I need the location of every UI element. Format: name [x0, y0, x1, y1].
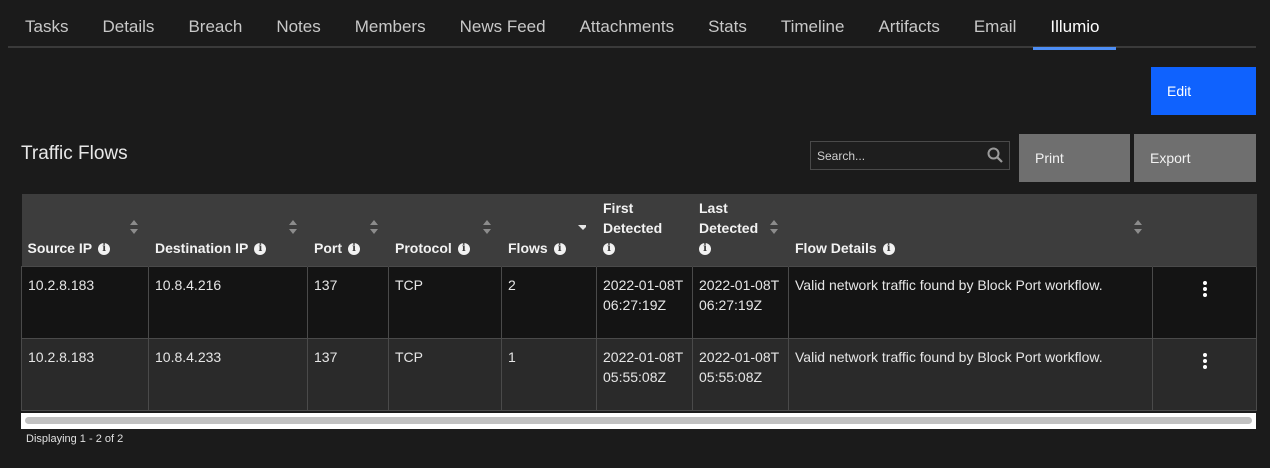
column-header-actions [1152, 194, 1257, 266]
cell-source-ip: 10.2.8.183 [21, 337, 149, 411]
info-icon[interactable]: i [457, 242, 470, 255]
cell-flows: 2 [501, 265, 597, 339]
tab-notes[interactable]: Notes [259, 0, 337, 48]
column-label: Destination IP [155, 239, 249, 256]
cell-last-detected: 2022-01-08T05:55:08Z [692, 337, 789, 411]
column-header-first-detected[interactable]: First Detected i [596, 194, 693, 266]
table-row[interactable]: 10.2.8.183 10.8.4.216 137 TCP 2 2022-01-… [21, 265, 1257, 339]
table-row[interactable]: 10.2.8.183 10.8.4.233 137 TCP 1 2022-01-… [21, 337, 1257, 411]
tab-timeline[interactable]: Timeline [764, 0, 862, 48]
info-icon[interactable]: i [699, 242, 711, 255]
cell-destination-ip: 10.8.4.233 [148, 337, 308, 411]
cell-source-ip: 10.2.8.183 [21, 265, 149, 339]
sort-icon[interactable] [1134, 220, 1142, 234]
tab-stats[interactable]: Stats [691, 0, 764, 48]
column-header-port[interactable]: Port i [307, 194, 389, 266]
export-button[interactable]: Export [1134, 134, 1256, 182]
column-header-flow-details[interactable]: Flow Details i [788, 194, 1153, 266]
tab-details[interactable]: Details [85, 0, 171, 48]
cell-flows: 1 [501, 337, 597, 411]
cell-destination-ip: 10.8.4.216 [148, 265, 308, 339]
tab-breach[interactable]: Breach [171, 0, 259, 48]
cell-last-detected: 2022-01-08T06:27:19Z [692, 265, 789, 339]
info-icon[interactable]: i [254, 242, 267, 255]
info-icon[interactable]: i [882, 242, 895, 255]
cell-actions [1152, 337, 1257, 411]
info-icon[interactable]: i [603, 242, 615, 255]
search-icon[interactable] [987, 147, 1003, 163]
sort-icon[interactable] [130, 220, 138, 234]
sort-descending-icon[interactable] [578, 220, 586, 234]
edit-button[interactable]: Edit [1151, 67, 1256, 115]
info-icon[interactable]: i [98, 242, 111, 255]
column-header-last-detected[interactable]: Last Detected i [692, 194, 789, 266]
column-label: Protocol [395, 239, 452, 256]
column-header-protocol[interactable]: Protocol i [388, 194, 502, 266]
print-button[interactable]: Print [1019, 134, 1130, 182]
horizontal-scrollbar[interactable] [21, 413, 1256, 429]
search-box [810, 141, 1010, 170]
info-icon[interactable]: i [348, 242, 360, 255]
sort-icon[interactable] [289, 220, 297, 234]
section-title: Traffic Flows [21, 143, 128, 164]
cell-port: 137 [307, 265, 389, 339]
column-label: First Detected [603, 199, 663, 236]
column-header-destination-ip[interactable]: Destination IP i [148, 194, 308, 266]
kebab-menu-icon[interactable] [1159, 352, 1250, 369]
column-header-flows[interactable]: Flows i [501, 194, 597, 266]
tab-members[interactable]: Members [338, 0, 443, 48]
traffic-flows-table: Source IP i Destination IP i Port i Protoco… [21, 194, 1257, 411]
cell-protocol: TCP [388, 337, 502, 411]
column-label: Port [314, 239, 342, 256]
cell-actions [1152, 265, 1257, 339]
pagination-status: Displaying 1 - 2 of 2 [26, 433, 124, 445]
cell-protocol: TCP [388, 265, 502, 339]
cell-flow-details: Valid network traffic found by Block Por… [788, 337, 1153, 411]
cell-first-detected: 2022-01-08T05:55:08Z [596, 337, 693, 411]
column-label: Flows [508, 239, 548, 256]
table-header-row: Source IP i Destination IP i Port i Protoco… [21, 194, 1257, 266]
cell-flow-details: Valid network traffic found by Block Por… [788, 265, 1153, 339]
tab-illumio[interactable]: Illumio [1033, 0, 1117, 50]
tab-email[interactable]: Email [957, 0, 1034, 48]
info-icon[interactable]: i [553, 242, 566, 255]
tab-tasks[interactable]: Tasks [8, 0, 85, 48]
column-label: Flow Details [795, 239, 877, 256]
tab-artifacts[interactable]: Artifacts [861, 0, 956, 48]
cell-first-detected: 2022-01-08T06:27:19Z [596, 265, 693, 339]
column-header-source-ip[interactable]: Source IP i [21, 194, 149, 266]
tab-bar: Tasks Details Breach Notes Members News … [8, 0, 1256, 50]
column-label: Source IP [27, 239, 93, 256]
search-input[interactable] [811, 142, 981, 169]
column-label: Last Detected [699, 199, 759, 236]
kebab-menu-icon[interactable] [1159, 280, 1250, 297]
scrollbar-thumb[interactable] [25, 417, 1252, 424]
tab-attachments[interactable]: Attachments [563, 0, 692, 48]
sort-icon[interactable] [483, 220, 491, 234]
sort-icon[interactable] [370, 220, 378, 234]
sort-icon[interactable] [770, 220, 778, 234]
cell-port: 137 [307, 337, 389, 411]
tab-news-feed[interactable]: News Feed [443, 0, 563, 48]
